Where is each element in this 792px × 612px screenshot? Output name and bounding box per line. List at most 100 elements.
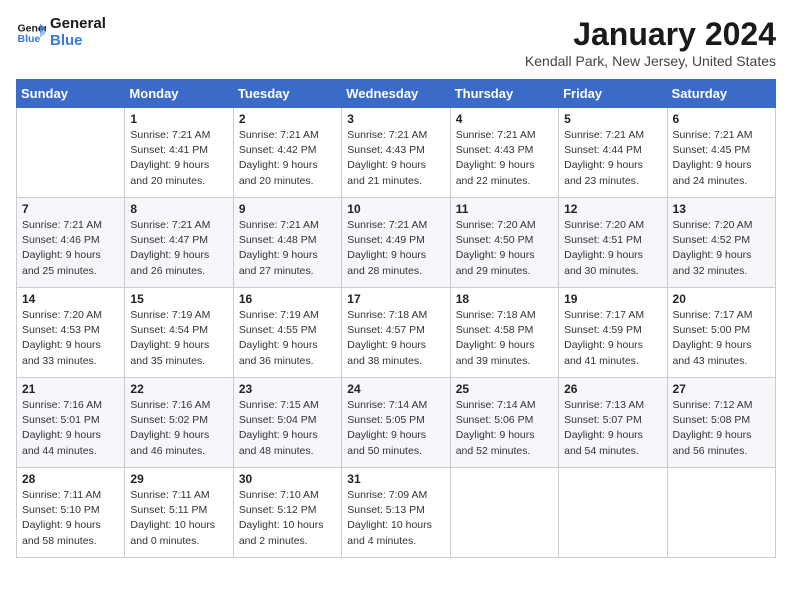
day-number: 13 (673, 202, 770, 216)
weekday-header: Monday (125, 80, 233, 108)
calendar-cell: 6 Sunrise: 7:21 AMSunset: 4:45 PMDaylight… (667, 108, 775, 198)
day-info: Sunrise: 7:21 AMSunset: 4:46 PMDaylight:… (22, 218, 119, 279)
calendar-cell: 11Sunrise: 7:20 AMSunset: 4:50 PMDayligh… (450, 198, 558, 288)
calendar-week-row: 14 Sunrise: 7:20 AMSunset: 4:53 PMDayligh… (17, 288, 776, 378)
calendar-cell: 29 Sunrise: 7:11 AMSunset: 5:11 PMDayligh… (125, 468, 233, 558)
calendar-subtitle: Kendall Park, New Jersey, United States (525, 53, 776, 69)
logo-blue: Blue (50, 33, 106, 50)
weekday-header-row: SundayMondayTuesdayWednesdayThursdayFrid… (17, 80, 776, 108)
calendar-cell: 30 Sunrise: 7:10 AMSunset: 5:12 PMDayligh… (233, 468, 341, 558)
calendar-cell: 12 Sunrise: 7:20 AMSunset: 4:51 PMDayligh… (559, 198, 667, 288)
calendar-cell (667, 468, 775, 558)
calendar-cell: 20 Sunrise: 7:17 AMSunset: 5:00 PMDayligh… (667, 288, 775, 378)
day-number: 31 (347, 472, 444, 486)
calendar-cell: 15Sunrise: 7:19 AMSunset: 4:54 PMDayligh… (125, 288, 233, 378)
day-info: Sunrise: 7:10 AMSunset: 5:12 PMDaylight:… (239, 488, 336, 549)
weekday-header: Sunday (17, 80, 125, 108)
day-info: Sunrise: 7:20 AMSunset: 4:51 PMDaylight:… (564, 218, 661, 279)
day-info: Sunrise: 7:15 AMSunset: 5:04 PMDaylight:… (239, 398, 336, 459)
calendar-cell: 10 Sunrise: 7:21 AMSunset: 4:49 PMDayligh… (342, 198, 450, 288)
day-info: Sunrise: 7:21 AMSunset: 4:49 PMDaylight:… (347, 218, 444, 279)
calendar-cell: 18 Sunrise: 7:18 AMSunset: 4:58 PMDayligh… (450, 288, 558, 378)
day-number: 29 (130, 472, 227, 486)
day-info: Sunrise: 7:12 AMSunset: 5:08 PMDaylight:… (673, 398, 770, 459)
weekday-header: Saturday (667, 80, 775, 108)
calendar-cell: 21Sunrise: 7:16 AMSunset: 5:01 PMDayligh… (17, 378, 125, 468)
day-number: 6 (673, 112, 770, 126)
day-info: Sunrise: 7:18 AMSunset: 4:57 PMDaylight:… (347, 308, 444, 369)
day-number: 28 (22, 472, 119, 486)
weekday-header: Thursday (450, 80, 558, 108)
weekday-header: Friday (559, 80, 667, 108)
day-info: Sunrise: 7:19 AMSunset: 4:55 PMDaylight:… (239, 308, 336, 369)
logo-general: General (50, 16, 106, 33)
calendar-title: January 2024 (525, 16, 776, 53)
calendar-cell: 24Sunrise: 7:14 AMSunset: 5:05 PMDayligh… (342, 378, 450, 468)
day-info: Sunrise: 7:21 AMSunset: 4:43 PMDaylight:… (347, 128, 444, 189)
calendar-week-row: 1 Sunrise: 7:21 AMSunset: 4:41 PMDaylight… (17, 108, 776, 198)
day-info: Sunrise: 7:16 AMSunset: 5:01 PMDaylight:… (22, 398, 119, 459)
calendar-cell: 22 Sunrise: 7:16 AMSunset: 5:02 PMDayligh… (125, 378, 233, 468)
calendar-cell: 8 Sunrise: 7:21 AMSunset: 4:47 PMDaylight… (125, 198, 233, 288)
calendar-cell: 16 Sunrise: 7:19 AMSunset: 4:55 PMDayligh… (233, 288, 341, 378)
day-info: Sunrise: 7:16 AMSunset: 5:02 PMDaylight:… (130, 398, 227, 459)
logo-icon: General Blue (16, 18, 46, 48)
calendar-cell (450, 468, 558, 558)
calendar-cell: 23 Sunrise: 7:15 AMSunset: 5:04 PMDayligh… (233, 378, 341, 468)
day-number: 14 (22, 292, 119, 306)
day-info: Sunrise: 7:21 AMSunset: 4:41 PMDaylight:… (130, 128, 227, 189)
calendar-cell: 5 Sunrise: 7:21 AMSunset: 4:44 PMDaylight… (559, 108, 667, 198)
calendar-cell: 25Sunrise: 7:14 AMSunset: 5:06 PMDayligh… (450, 378, 558, 468)
calendar-cell: 31Sunrise: 7:09 AMSunset: 5:13 PMDayligh… (342, 468, 450, 558)
calendar-week-row: 21Sunrise: 7:16 AMSunset: 5:01 PMDayligh… (17, 378, 776, 468)
calendar-cell: 7Sunrise: 7:21 AMSunset: 4:46 PMDaylight… (17, 198, 125, 288)
calendar-cell: 13 Sunrise: 7:20 AMSunset: 4:52 PMDayligh… (667, 198, 775, 288)
day-number: 8 (130, 202, 227, 216)
calendar-week-row: 7Sunrise: 7:21 AMSunset: 4:46 PMDaylight… (17, 198, 776, 288)
day-number: 20 (673, 292, 770, 306)
day-number: 12 (564, 202, 661, 216)
weekday-header: Tuesday (233, 80, 341, 108)
weekday-header: Wednesday (342, 80, 450, 108)
calendar-cell: 3Sunrise: 7:21 AMSunset: 4:43 PMDaylight… (342, 108, 450, 198)
day-number: 1 (130, 112, 227, 126)
day-info: Sunrise: 7:21 AMSunset: 4:47 PMDaylight:… (130, 218, 227, 279)
calendar-table: SundayMondayTuesdayWednesdayThursdayFrid… (16, 79, 776, 558)
calendar-cell: 1 Sunrise: 7:21 AMSunset: 4:41 PMDaylight… (125, 108, 233, 198)
day-info: Sunrise: 7:21 AMSunset: 4:48 PMDaylight:… (239, 218, 336, 279)
calendar-cell: 27 Sunrise: 7:12 AMSunset: 5:08 PMDayligh… (667, 378, 775, 468)
day-info: Sunrise: 7:11 AMSunset: 5:11 PMDaylight:… (130, 488, 227, 549)
day-number: 26 (564, 382, 661, 396)
day-info: Sunrise: 7:11 AMSunset: 5:10 PMDaylight:… (22, 488, 119, 549)
day-number: 5 (564, 112, 661, 126)
day-info: Sunrise: 7:17 AMSunset: 4:59 PMDaylight:… (564, 308, 661, 369)
page-header: General Blue General Blue January 2024 K… (16, 16, 776, 69)
day-info: Sunrise: 7:19 AMSunset: 4:54 PMDaylight:… (130, 308, 227, 369)
svg-text:Blue: Blue (18, 33, 41, 45)
day-info: Sunrise: 7:20 AMSunset: 4:52 PMDaylight:… (673, 218, 770, 279)
day-number: 22 (130, 382, 227, 396)
day-info: Sunrise: 7:21 AMSunset: 4:44 PMDaylight:… (564, 128, 661, 189)
day-number: 17 (347, 292, 444, 306)
day-number: 24 (347, 382, 444, 396)
day-number: 27 (673, 382, 770, 396)
calendar-cell (559, 468, 667, 558)
day-number: 10 (347, 202, 444, 216)
day-number: 18 (456, 292, 553, 306)
calendar-cell: 4Sunrise: 7:21 AMSunset: 4:43 PMDaylight… (450, 108, 558, 198)
day-info: Sunrise: 7:13 AMSunset: 5:07 PMDaylight:… (564, 398, 661, 459)
day-number: 19 (564, 292, 661, 306)
calendar-cell: 14 Sunrise: 7:20 AMSunset: 4:53 PMDayligh… (17, 288, 125, 378)
day-info: Sunrise: 7:21 AMSunset: 4:45 PMDaylight:… (673, 128, 770, 189)
day-info: Sunrise: 7:21 AMSunset: 4:42 PMDaylight:… (239, 128, 336, 189)
day-number: 2 (239, 112, 336, 126)
day-number: 9 (239, 202, 336, 216)
day-info: Sunrise: 7:18 AMSunset: 4:58 PMDaylight:… (456, 308, 553, 369)
day-info: Sunrise: 7:20 AMSunset: 4:53 PMDaylight:… (22, 308, 119, 369)
day-number: 4 (456, 112, 553, 126)
day-number: 16 (239, 292, 336, 306)
calendar-cell (17, 108, 125, 198)
day-info: Sunrise: 7:17 AMSunset: 5:00 PMDaylight:… (673, 308, 770, 369)
day-number: 30 (239, 472, 336, 486)
day-number: 23 (239, 382, 336, 396)
